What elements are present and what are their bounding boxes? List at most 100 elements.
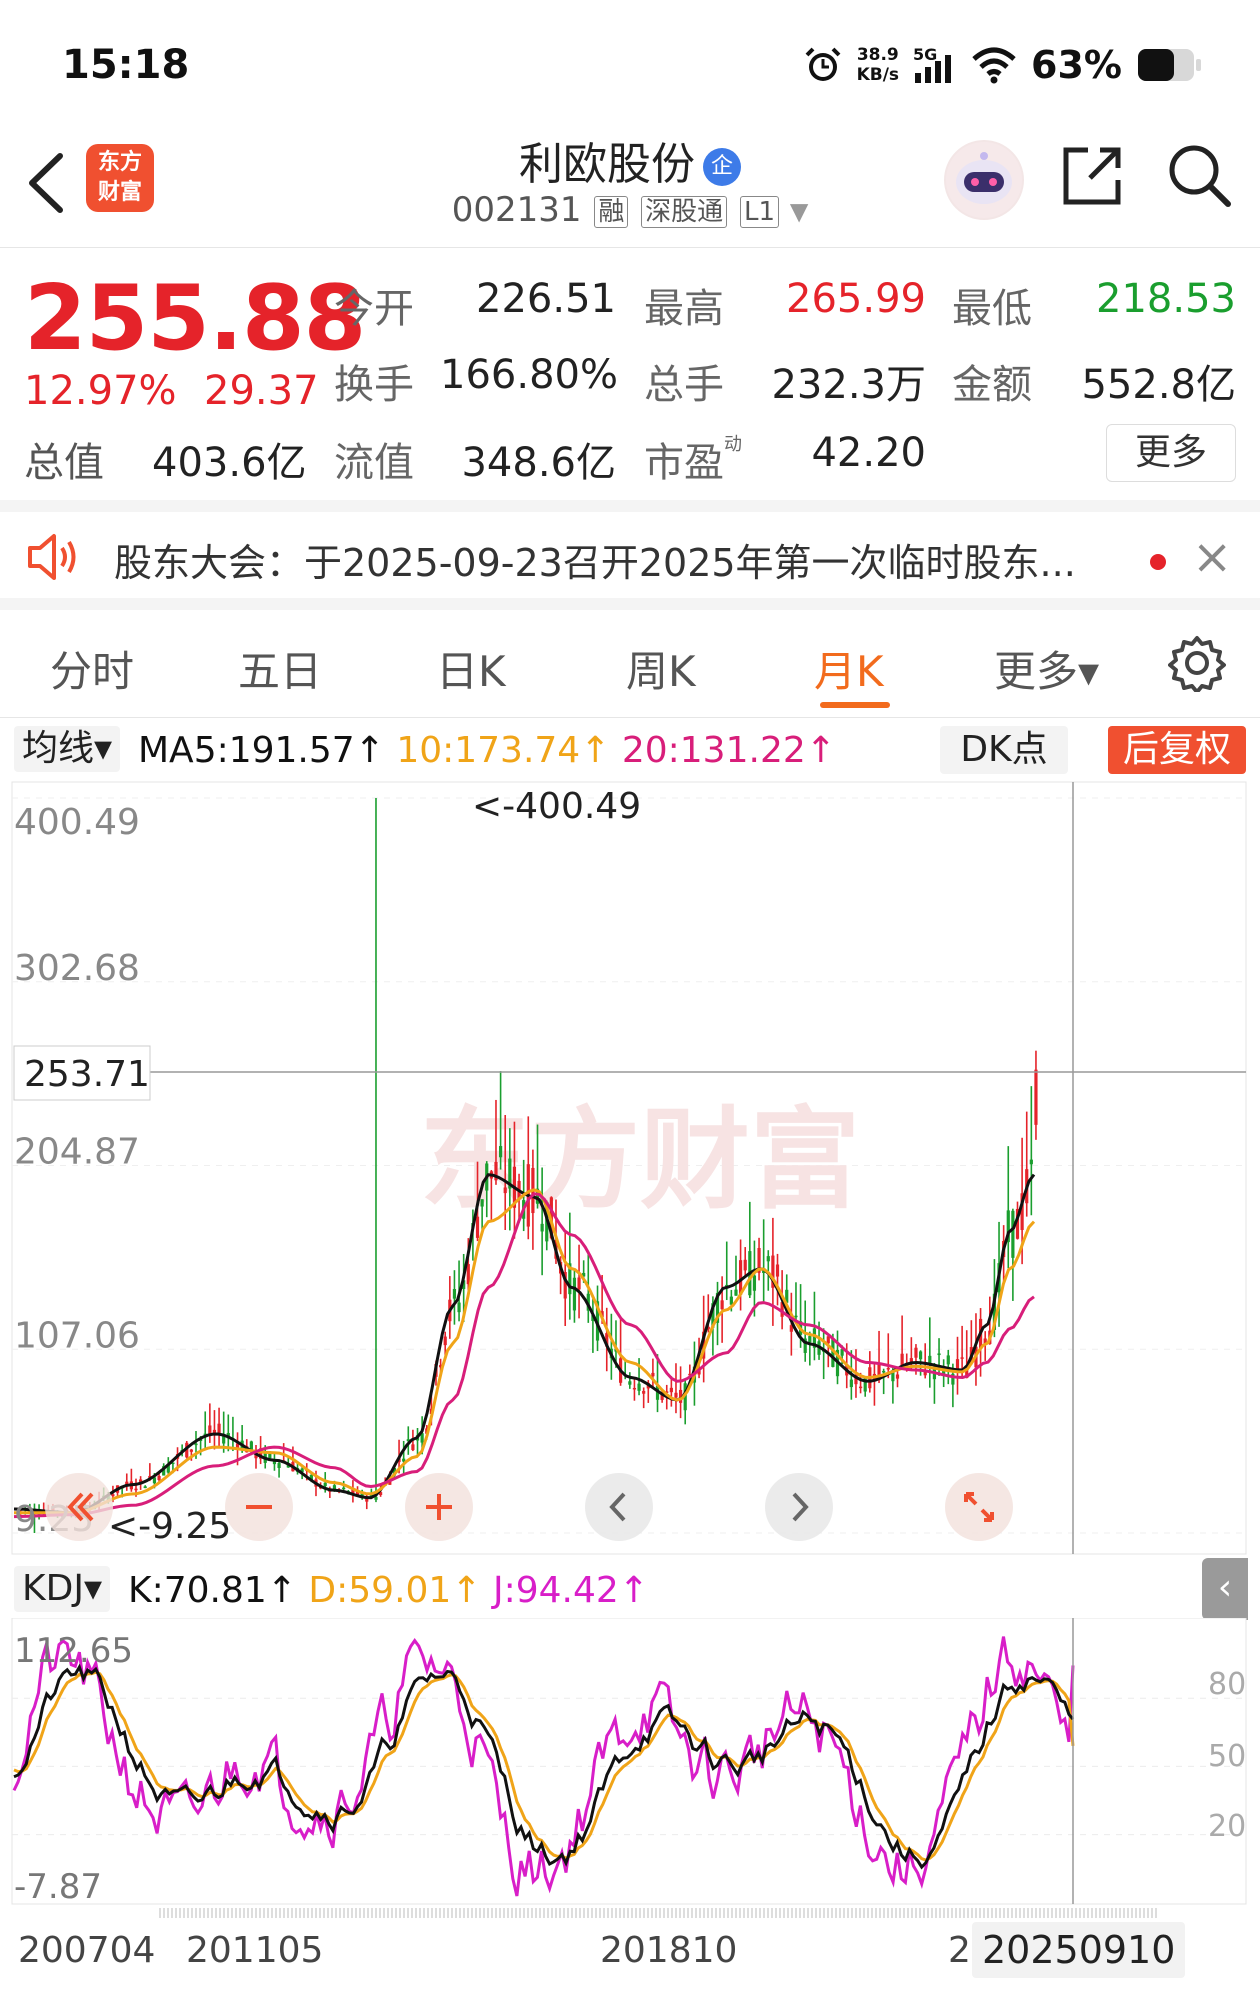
x-tick-label: 200704	[18, 1930, 156, 1971]
enterprise-badge: 企	[703, 148, 741, 186]
change-amount: 29.37	[204, 368, 319, 414]
candle-body	[498, 1146, 503, 1158]
collapse-icon[interactable]: ‹	[1202, 1558, 1248, 1620]
x-tick-label: 201810	[600, 1930, 738, 1971]
chart-controls	[0, 1472, 1260, 1542]
candle-body	[540, 1223, 544, 1232]
dk-point-button[interactable]: DK点	[940, 726, 1068, 774]
assistant-robot-icon[interactable]	[944, 140, 1024, 220]
candle-body	[674, 1392, 678, 1398]
candle-body	[577, 1277, 581, 1290]
period-tabs: 分时 五日 日K 周K 月K 更多▾	[0, 610, 1260, 718]
tab-more[interactable]: 更多▾	[994, 638, 1099, 699]
x-tick-label: 201105	[186, 1930, 324, 1971]
turnover-label: 换手	[334, 362, 414, 408]
candle-body	[452, 1289, 457, 1299]
candle-body	[882, 1370, 886, 1373]
max-annotation: <-400.49	[472, 786, 641, 827]
candle-body	[729, 1296, 733, 1305]
float-value-label: 流值	[334, 440, 414, 486]
search-icon[interactable]	[1166, 142, 1232, 208]
tag-connect: 深股通	[641, 195, 728, 228]
x-tick-label: 2	[948, 1930, 971, 1971]
status-icons: 38.9 KB/s 5G 63%	[803, 40, 1202, 90]
tab-monthly[interactable]: 月K	[814, 638, 884, 699]
tab-intraday[interactable]: 分时	[50, 638, 134, 699]
candle-body	[720, 1300, 724, 1310]
candle-body	[443, 1336, 447, 1346]
wifi-icon	[972, 47, 1016, 84]
kdj-y-bottom: -7.87	[14, 1867, 102, 1907]
tab-five-day[interactable]: 五日	[238, 638, 322, 699]
low-label: 最低	[952, 286, 1032, 332]
y-tick-label: 400.49	[14, 802, 140, 843]
ma-toggle[interactable]: 均线▾	[14, 726, 121, 772]
y-tick-label: 107.06	[14, 1315, 140, 1356]
candle-body	[918, 1351, 923, 1360]
quote-panel: 255.88 12.97% 29.37 总值 403.6亿 今开 226.51 …	[0, 248, 1260, 500]
y-tick-label: 204.87	[14, 1132, 140, 1173]
gear-icon[interactable]	[1168, 634, 1226, 692]
tab-weekly[interactable]: 周K	[626, 638, 696, 699]
candle-body	[849, 1379, 853, 1388]
status-time: 15:18	[62, 42, 190, 88]
kdj-y-top: 112.65	[14, 1631, 133, 1671]
candle-body	[194, 1443, 198, 1446]
fast-back-icon[interactable]	[44, 1472, 114, 1542]
candle-body	[808, 1336, 812, 1343]
notice-text: 股东大会：于2025-09-23召开2025年第一次临时股东...	[114, 541, 1076, 585]
more-quote-button[interactable]: 更多	[1106, 424, 1236, 482]
unread-dot	[1150, 554, 1166, 570]
turnover-value: 166.80%	[440, 352, 618, 398]
zoom-in-icon[interactable]	[404, 1472, 474, 1542]
candlestick-chart[interactable]: 东方财富 400.49302.68204.87107.069.25 253.71…	[0, 778, 1260, 1558]
battery-icon	[1138, 49, 1201, 81]
previous-icon[interactable]	[584, 1472, 654, 1542]
kdj-legend: KDJ▾ K:70.81↑ D:59.01↑ J:94.42↑ ‹	[0, 1558, 1260, 1620]
ma20-value: 20:131.22↑	[621, 730, 836, 771]
ma-values: MA5:191.57↑ 10:173.74↑ 20:131.22↑	[138, 730, 836, 771]
candle-body	[937, 1353, 941, 1356]
k-value: K:70.81↑	[128, 1570, 297, 1611]
y-tick-label: 302.68	[14, 948, 140, 989]
expand-icon[interactable]	[944, 1472, 1014, 1542]
candle-body	[960, 1357, 964, 1359]
volume-label: 总手	[644, 362, 724, 408]
notice-banner[interactable]: 股东大会：于2025-09-23召开2025年第一次临时股东... ×	[0, 500, 1260, 610]
candle-body	[1011, 1210, 1015, 1258]
net-speed: 38.9 KB/s	[856, 45, 900, 85]
next-icon[interactable]	[764, 1472, 834, 1542]
stock-header: 东方 财富 利欧股份企 002131 融 深股通 L1 ▼	[0, 120, 1260, 248]
candle-body	[411, 1444, 415, 1451]
tag-margin: 融	[594, 195, 629, 228]
tab-daily[interactable]: 日K	[436, 638, 506, 699]
dropdown-icon[interactable]: ▼	[790, 198, 808, 226]
candle-body	[637, 1383, 641, 1391]
ma5-value: MA5:191.57↑	[138, 730, 385, 771]
signal-icon: 5G	[913, 45, 957, 85]
last-price: 255.88	[24, 266, 366, 371]
pe-value: 42.20	[811, 430, 926, 476]
share-icon[interactable]	[1060, 142, 1126, 208]
crosshair-date: 20250910	[972, 1922, 1186, 1978]
high-value: 265.99	[786, 276, 926, 322]
candle-body	[886, 1368, 890, 1370]
candle-body	[734, 1289, 738, 1296]
candle-body	[503, 1187, 507, 1194]
kdj-values: K:70.81↑ D:59.01↑ J:94.42↑	[128, 1570, 649, 1611]
kdj-chart[interactable]: 112.65 -7.87 80 50 20	[0, 1618, 1260, 1908]
amount-value: 552.8亿	[1081, 362, 1236, 408]
float-value: 348.6亿	[461, 440, 616, 486]
candle-body	[1034, 1069, 1038, 1125]
candle-body	[475, 1216, 480, 1238]
adjust-mode-button[interactable]: 后复权	[1108, 726, 1246, 774]
kdj-y-50: 50	[1208, 1739, 1246, 1774]
candle-body	[632, 1387, 637, 1390]
stock-code: 002131	[451, 190, 582, 230]
close-icon[interactable]: ×	[1192, 532, 1232, 582]
zoom-out-icon[interactable]	[224, 1472, 294, 1542]
candle-body	[914, 1347, 918, 1358]
indicator-toggle[interactable]: KDJ▾	[14, 1566, 111, 1612]
candle-body	[1029, 1159, 1033, 1165]
candle-body	[249, 1441, 253, 1450]
